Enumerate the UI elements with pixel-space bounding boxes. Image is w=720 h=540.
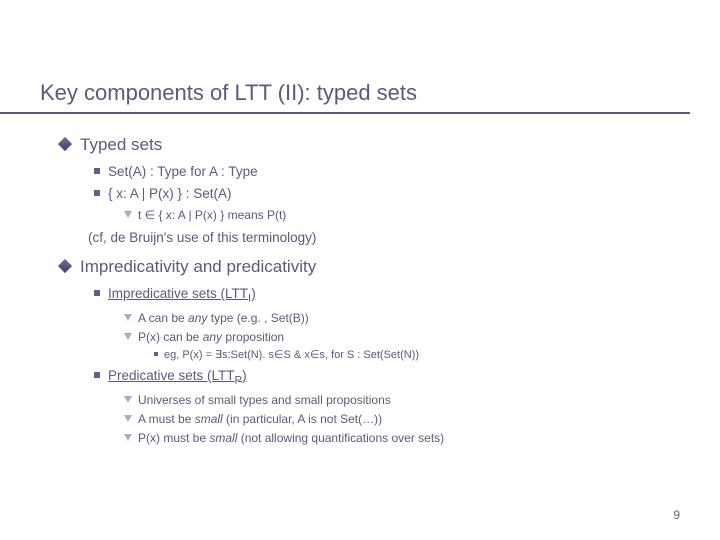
slide-title: Key components of LTT (II): typed sets	[0, 0, 690, 114]
triangle-bullet-icon	[124, 314, 132, 321]
t: P(x) can be	[138, 330, 203, 344]
section-heading: Typed sets	[80, 135, 162, 154]
text: { x: A | P(x) } : Set(A)	[108, 186, 232, 201]
text: eg, P(x) = ∃s:Set(N). s∈S & x∈s, for S :…	[164, 349, 419, 361]
membership-meaning: t ∈ { x: A | P(x) } means P(t)	[124, 206, 680, 224]
impredicative-heading: Impredicative sets (LTTI)	[94, 284, 680, 308]
section-predicativity: Impredicativity and predicativity	[60, 254, 680, 280]
text: Set(A) : Type for A : Type	[108, 164, 258, 179]
predicative-p-small: P(x) must be small (not allowing quantif…	[124, 429, 680, 447]
t: Impredicative sets (LTT	[108, 286, 248, 301]
square-bullet-icon	[94, 290, 100, 296]
text: Universes of small types and small propo…	[138, 393, 391, 407]
slide-content: Typed sets Set(A) : Type for A : Type { …	[0, 114, 720, 447]
t: (in particular, A is not Set(…))	[223, 412, 382, 426]
section-heading: Impredicativity and predicativity	[80, 257, 316, 276]
impredicative-p: P(x) can be any proposition	[124, 328, 680, 346]
subscript: P	[235, 375, 243, 387]
text: t ∈ { x: A | P(x) } means P(t)	[138, 208, 286, 222]
diamond-bullet-icon	[58, 137, 72, 151]
em: small	[195, 412, 223, 426]
signature-set-type: Set(A) : Type for A : Type	[94, 162, 680, 182]
triangle-bullet-icon	[124, 396, 132, 403]
em: any	[188, 311, 207, 325]
t: P(x) must be	[138, 431, 209, 445]
impredicative-a: A can be any type (e.g. , Set(B))	[124, 309, 680, 327]
triangle-bullet-icon	[124, 211, 132, 218]
t: type (e.g. , Set(B))	[207, 311, 308, 325]
triangle-bullet-icon	[124, 434, 132, 441]
triangle-bullet-icon	[124, 415, 132, 422]
square-bullet-icon	[94, 372, 100, 378]
square-bullet-icon	[154, 352, 158, 356]
t: Predicative sets (LTT	[108, 368, 235, 383]
slide: Key components of LTT (II): typed sets T…	[0, 0, 720, 447]
t: proposition	[222, 330, 284, 344]
predicative-universes: Universes of small types and small propo…	[124, 391, 680, 409]
t: (not allowing quantifications over sets)	[237, 431, 444, 445]
em: small	[209, 431, 237, 445]
square-bullet-icon	[94, 168, 100, 174]
t: A must be	[138, 412, 195, 426]
predicative-a-small: A must be small (in particular, A is not…	[124, 410, 680, 428]
triangle-bullet-icon	[124, 333, 132, 340]
text: Predicative sets (LTTP)	[108, 368, 247, 383]
t: A can be	[138, 311, 188, 325]
text: Impredicative sets (LTTI)	[108, 286, 256, 301]
signature-comprehension: { x: A | P(x) } : Set(A)	[94, 184, 680, 204]
cf-debruijn: (cf, de Bruijn's use of this terminology…	[88, 228, 680, 248]
square-bullet-icon	[94, 190, 100, 196]
t: )	[242, 368, 247, 383]
diamond-bullet-icon	[58, 259, 72, 273]
impredicative-example: eg, P(x) = ∃s:Set(N). s∈S & x∈s, for S :…	[154, 347, 680, 364]
t: )	[251, 286, 256, 301]
em: any	[203, 330, 222, 344]
section-typed-sets: Typed sets	[60, 132, 680, 158]
predicative-heading: Predicative sets (LTTP)	[94, 366, 680, 390]
page-number: 9	[673, 508, 680, 522]
